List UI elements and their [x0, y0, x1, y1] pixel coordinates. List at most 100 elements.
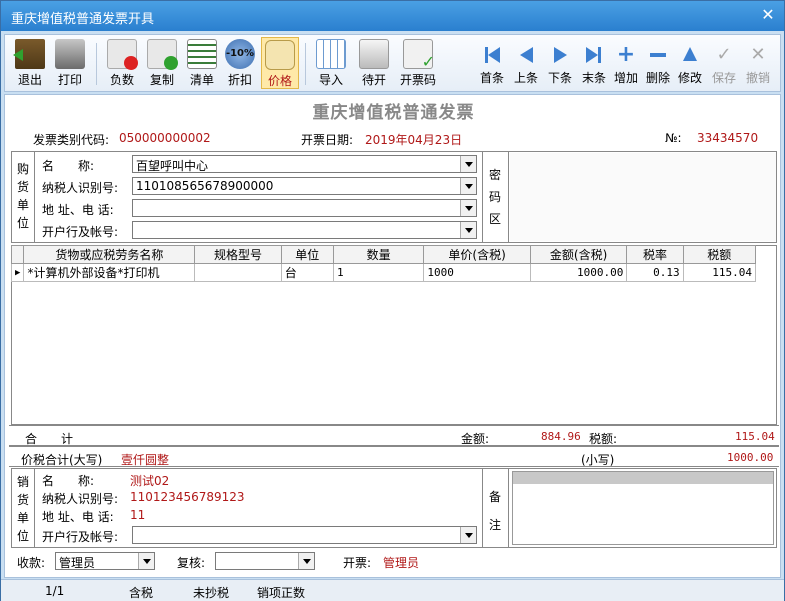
date-value: 2019年04月23日 — [365, 133, 463, 147]
invoice-window: 重庆增值税普通发票开具 ✕ 退出 打印 负数 复制 清单 -10% 折扣 价格 … — [0, 0, 785, 601]
chevron-down-icon[interactable] — [460, 222, 476, 238]
list-icon — [187, 39, 217, 69]
toolbar: 退出 打印 负数 复制 清单 -10% 折扣 价格 导入 待开 ✓ 开票码 首条… — [4, 34, 781, 92]
price-button[interactable]: 价格 — [261, 37, 299, 89]
buyer-name-combo[interactable]: 百望呼叫中心 — [132, 155, 477, 173]
copy-button[interactable]: 复制 — [143, 39, 181, 88]
next-record-button[interactable]: 下条 — [545, 39, 575, 86]
status-copy: 未抄税 — [193, 586, 230, 600]
invoice-form: 重庆增值税普通发票 发票类别代码: 050000000002 开票日期: 201… — [4, 94, 781, 578]
last-record-icon — [584, 45, 604, 65]
invoice-code-icon: ✓ — [403, 39, 435, 71]
remarks-label: 备注 — [488, 490, 501, 532]
buyer-bank-combo[interactable] — [132, 221, 477, 239]
discount-button[interactable]: -10% 折扣 — [221, 39, 259, 88]
cell-unit[interactable]: 台 — [280, 263, 334, 282]
first-record-icon — [482, 45, 502, 65]
seller-side-label: 销货单位 — [16, 475, 29, 543]
copy-icon — [147, 39, 178, 70]
seller-bank-combo[interactable] — [132, 526, 477, 544]
cell-amount[interactable]: 1000.00 — [529, 263, 628, 282]
save-button[interactable]: ✓ 保存 — [709, 39, 739, 86]
col-header-tax: 税额 — [682, 245, 757, 264]
sum-upper-value: 壹仟圆整 — [121, 453, 170, 467]
cell-spec[interactable] — [194, 263, 282, 282]
buyer-section: 购货单位 名 称: 百望呼叫中心 纳税人识别号: 110108565678900… — [11, 151, 777, 243]
cell-rate[interactable]: 0.13 — [626, 263, 684, 282]
buyer-address-label: 地 址、电 话: — [42, 203, 114, 217]
number-value: 33434570 — [697, 131, 759, 145]
print-button[interactable]: 打印 — [51, 39, 89, 88]
type-code-label: 发票类别代码: — [33, 133, 110, 147]
cell-unit-price[interactable]: 1000 — [423, 263, 531, 282]
seller-address-label: 地 址、电 话: — [42, 510, 114, 524]
invoice-code-button[interactable]: ✓ 开票码 — [397, 39, 439, 88]
col-header-rate: 税率 — [626, 245, 684, 264]
remarks-field[interactable] — [512, 471, 774, 545]
undo-button[interactable]: ✕ 撤销 — [743, 39, 773, 86]
discount-icon: -10% — [225, 39, 255, 69]
minus-icon — [648, 45, 668, 65]
items-table: 货物或应税劳务名称 规格型号 单位 数量 单价(含税) 金额(含税) 税率 税额… — [10, 245, 757, 282]
add-button[interactable]: + 增加 — [611, 39, 641, 86]
cross-icon: ✕ — [750, 44, 766, 65]
reviewer-combo[interactable] — [215, 552, 315, 570]
hourglass-icon — [359, 39, 389, 69]
negative-button[interactable]: 负数 — [103, 39, 141, 88]
col-header-unit: 单位 — [280, 245, 334, 264]
modify-button[interactable]: 修改 — [675, 39, 705, 86]
last-record-button[interactable]: 末条 — [579, 39, 609, 86]
first-record-button[interactable]: 首条 — [477, 39, 507, 86]
import-button[interactable]: 导入 — [311, 39, 351, 88]
chevron-down-icon[interactable] — [298, 553, 314, 569]
prev-record-button[interactable]: 上条 — [511, 39, 541, 86]
pending-button[interactable]: 待开 — [355, 39, 393, 88]
prev-record-icon — [516, 45, 536, 65]
payee-value: 管理员 — [59, 556, 96, 570]
sum-small-value: 1000.00 — [727, 451, 774, 464]
seller-taxid-label: 纳税人识别号: — [42, 492, 119, 506]
buyer-side-label: 购货单位 — [16, 162, 29, 230]
seller-name-value: 测试02 — [130, 474, 170, 488]
cell-tax[interactable]: 115.04 — [682, 263, 757, 282]
exit-button[interactable]: 退出 — [11, 39, 49, 88]
close-icon[interactable]: ✕ — [758, 5, 778, 25]
buyer-address-combo[interactable] — [132, 199, 477, 217]
row-indicator-header — [10, 245, 25, 264]
issuer-value: 管理员 — [383, 556, 420, 570]
grand-total-row: 价税合计(大写) 壹仟圆整 (小写) 1000.00 — [9, 446, 779, 467]
plus-icon: + — [616, 42, 636, 67]
status-page: 1/1 — [45, 584, 65, 598]
seller-bank-label: 开户行及帐号: — [42, 530, 119, 544]
cell-qty[interactable]: 1 — [332, 263, 425, 282]
table-row[interactable]: ▶ *计算机外部设备*打印机 台 1 1000 1000.00 0.13 115… — [10, 263, 757, 282]
buyer-bank-label: 开户行及帐号: — [42, 225, 119, 239]
checkmark-icon: ✓ — [716, 44, 732, 65]
chevron-down-icon[interactable] — [460, 156, 476, 172]
list-button[interactable]: 清单 — [183, 39, 221, 88]
payee-combo[interactable]: 管理员 — [55, 552, 155, 570]
status-sale-type: 销项正数 — [257, 586, 306, 600]
chevron-down-icon[interactable] — [460, 178, 476, 194]
printer-icon — [55, 39, 85, 69]
total-label: 合 计 — [25, 432, 74, 446]
buyer-taxid-label: 纳税人识别号: — [42, 181, 119, 195]
import-icon — [316, 39, 346, 69]
current-row-icon: ▶ — [10, 263, 25, 282]
col-header-amount: 金额(含税) — [529, 245, 628, 264]
tax-value: 115.04 — [735, 430, 775, 443]
issuer-label: 开票: — [343, 556, 372, 570]
col-header-spec: 规格型号 — [194, 245, 282, 264]
toolbar-separator — [305, 43, 306, 85]
exit-door-icon — [13, 39, 45, 69]
reviewer-label: 复核: — [177, 556, 206, 570]
chevron-down-icon[interactable] — [460, 527, 476, 543]
status-bar: 1/1 含税 未抄税 销项正数 — [1, 579, 784, 601]
buyer-taxid-combo[interactable]: 110108565678900000 — [132, 177, 477, 195]
chevron-down-icon[interactable] — [460, 200, 476, 216]
delete-button[interactable]: 删除 — [643, 39, 673, 86]
cell-item-name[interactable]: *计算机外部设备*打印机 — [23, 263, 196, 282]
amount-label: 金额: — [461, 432, 490, 446]
sum-small-label: (小写) — [581, 453, 615, 467]
chevron-down-icon[interactable] — [138, 553, 154, 569]
